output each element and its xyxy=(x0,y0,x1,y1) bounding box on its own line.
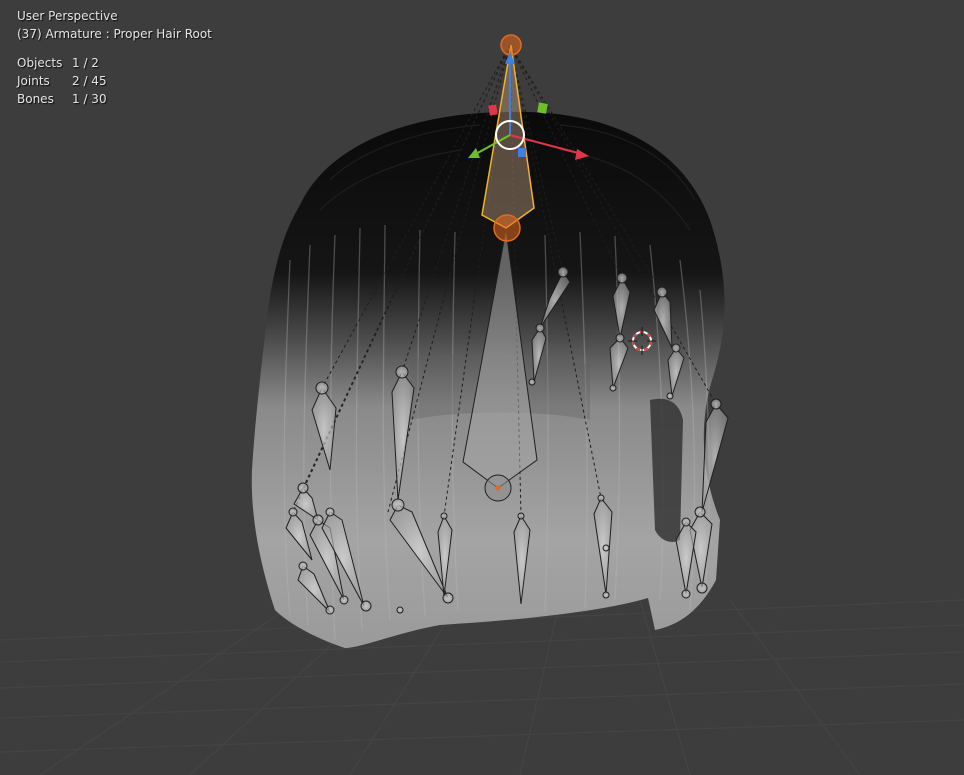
bone-joint[interactable] xyxy=(535,323,545,333)
bone-joint[interactable] xyxy=(681,589,691,599)
bone-joint[interactable] xyxy=(339,595,349,605)
bone-tail-joint[interactable] xyxy=(493,214,521,242)
bone-joint[interactable] xyxy=(656,286,668,298)
bone-joint[interactable] xyxy=(396,606,404,614)
bone-joint[interactable] xyxy=(528,378,536,386)
bone-joint[interactable] xyxy=(602,591,610,599)
bone-joint[interactable] xyxy=(666,392,674,400)
bone-joint[interactable] xyxy=(517,512,525,520)
bone-joint[interactable] xyxy=(616,272,628,284)
bone-joint[interactable] xyxy=(440,512,448,520)
bone-joint[interactable] xyxy=(325,507,335,517)
bone-joint[interactable] xyxy=(710,398,722,410)
bone-joint[interactable] xyxy=(298,561,308,571)
bone[interactable] xyxy=(701,403,729,513)
viewport-scene[interactable] xyxy=(0,0,964,775)
bone-joint[interactable] xyxy=(602,544,610,552)
bone-joint[interactable] xyxy=(360,600,372,612)
bone-joint[interactable] xyxy=(671,343,681,353)
bone-joint[interactable] xyxy=(615,333,625,343)
bone-joint[interactable] xyxy=(325,605,335,615)
bone-joint[interactable] xyxy=(696,582,708,594)
bone-head-joint[interactable] xyxy=(500,34,522,56)
bone-joint[interactable] xyxy=(557,266,569,278)
bone-joint[interactable] xyxy=(609,384,617,392)
bone-joint[interactable] xyxy=(694,506,706,518)
bone-joint[interactable] xyxy=(288,507,298,517)
bone-joint[interactable] xyxy=(681,517,691,527)
bone-joint[interactable] xyxy=(315,381,329,395)
floor-grid xyxy=(0,599,964,775)
bone-joint[interactable] xyxy=(391,498,405,512)
bone-joint[interactable] xyxy=(395,365,409,379)
3d-viewport[interactable]: User Perspective (37) Armature : Proper … xyxy=(0,0,964,775)
bone-joint[interactable] xyxy=(297,482,309,494)
bone-joint[interactable] xyxy=(597,494,605,502)
bone-joint[interactable] xyxy=(312,514,324,526)
